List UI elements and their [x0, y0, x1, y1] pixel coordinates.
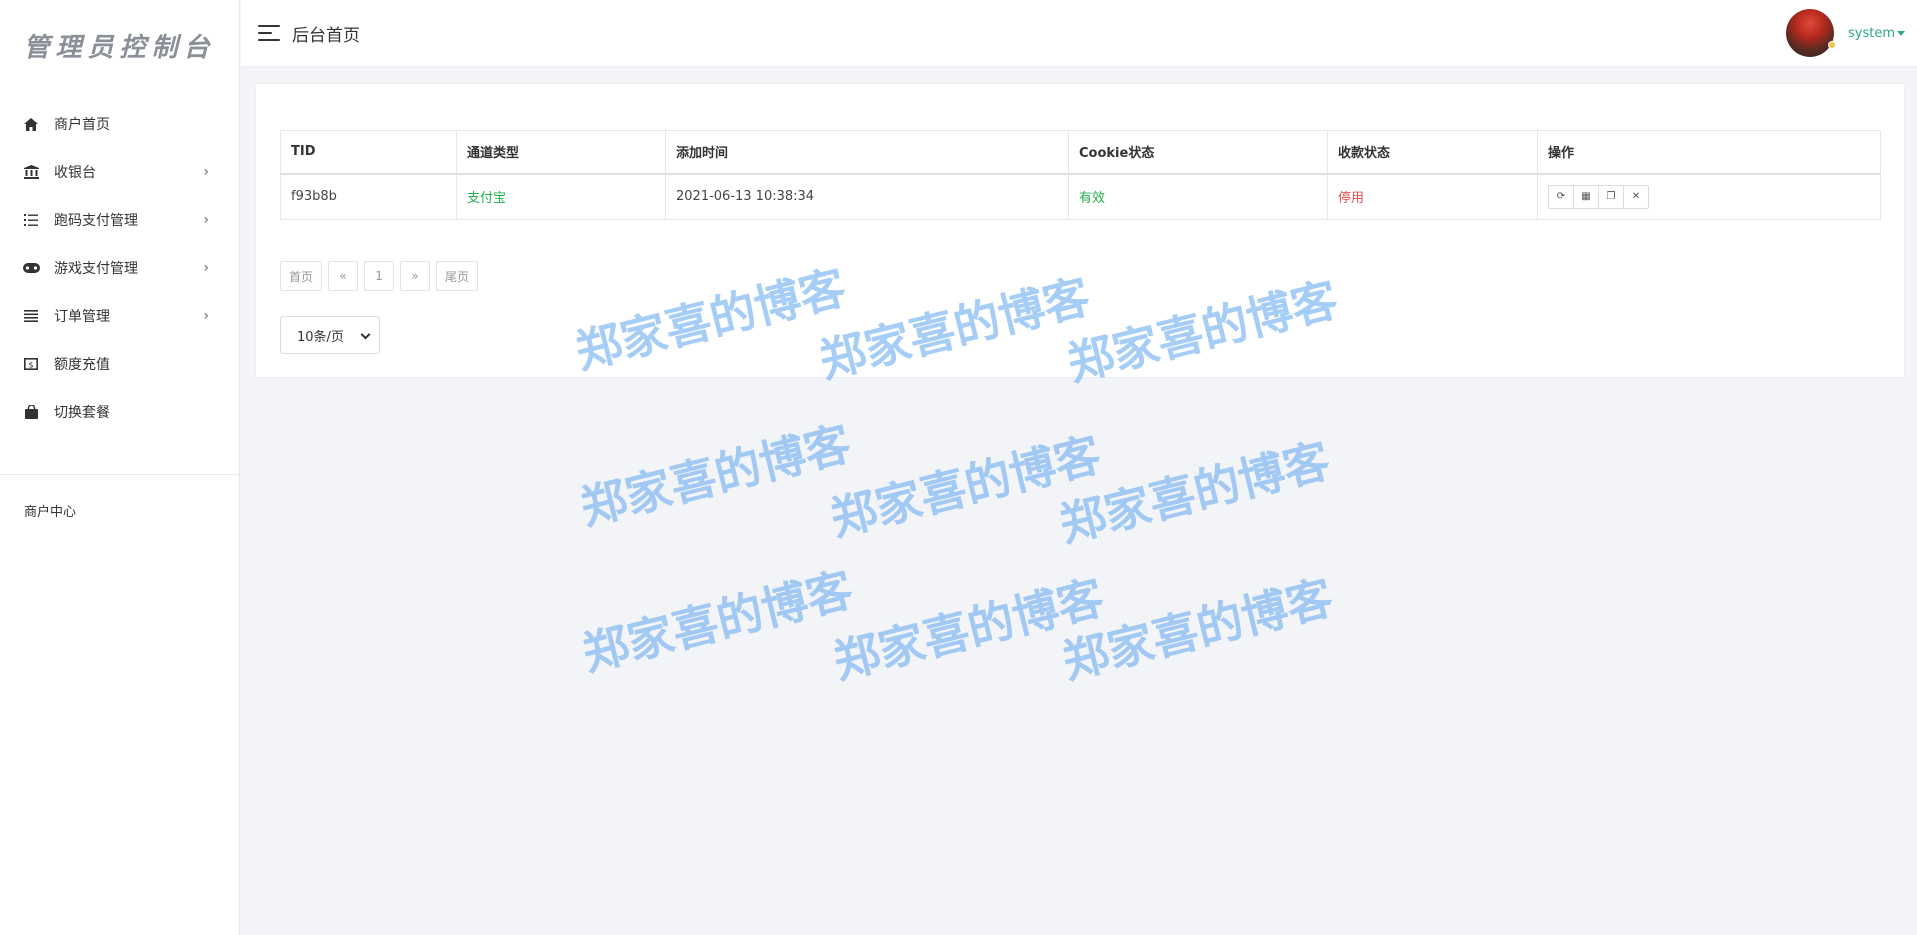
column-header-cookie-status: Cookie状态: [1068, 130, 1328, 174]
sidebar-divider: [0, 474, 239, 475]
sidebar-item-switch-plan[interactable]: 切换套餐: [0, 388, 239, 436]
sidebar-item-label: 收银台: [54, 165, 96, 181]
username-text: system: [1848, 25, 1895, 41]
sidebar-item-label: 切换套餐: [54, 405, 110, 421]
page-size-select[interactable]: 10条/页: [280, 316, 380, 354]
column-header-actions: 操作: [1537, 130, 1881, 174]
online-status-icon: [1828, 41, 1836, 49]
qrcode-button[interactable]: ▦: [1573, 184, 1599, 209]
home-icon: [22, 115, 40, 133]
logo-text: 管理员控制台: [23, 32, 216, 63]
cell-tid: f93b8b: [280, 173, 457, 220]
list-icon: [22, 211, 40, 229]
sidebar-item-label: 游戏支付管理: [54, 261, 138, 277]
page-title: 后台首页: [292, 25, 360, 46]
top-header: 后台首页 system: [241, 0, 1917, 67]
first-page-button[interactable]: 首页: [280, 261, 323, 291]
sidebar-item-code-payment[interactable]: 跑码支付管理 ›: [0, 196, 239, 244]
svg-text:$: $: [28, 360, 33, 369]
page-number-button[interactable]: 1: [364, 261, 395, 291]
channel-table: TID 通道类型 添加时间 Cookie状态 收款状态 操作 f93b8b 支付…: [280, 130, 1881, 220]
cell-cookie-status: 有效: [1068, 173, 1328, 220]
cell-actions: ⟳ ▦ ❐ ✕: [1537, 173, 1881, 220]
watermark-text: 郑家喜的博客: [577, 561, 859, 682]
column-header-added-time: 添加时间: [665, 130, 1069, 174]
chevron-down-icon: [360, 329, 371, 340]
sidebar-item-label: 订单管理: [54, 309, 110, 325]
table-header-row: TID 通道类型 添加时间 Cookie状态 收款状态 操作: [280, 130, 1881, 174]
next-page-button[interactable]: »: [400, 261, 431, 291]
cell-payment-status: 停用: [1327, 173, 1538, 220]
chevron-right-icon: ›: [203, 164, 209, 180]
sidebar-item-game-payment[interactable]: 游戏支付管理 ›: [0, 244, 239, 292]
chevron-right-icon: ›: [203, 212, 209, 228]
content-card: TID 通道类型 添加时间 Cookie状态 收款状态 操作 f93b8b 支付…: [255, 83, 1905, 378]
sidebar-item-cashier[interactable]: 收银台 ›: [0, 148, 239, 196]
sidebar-item-merchant-home[interactable]: 商户首页: [0, 100, 239, 148]
sidebar-menu: 商户首页 收银台 › 跑码支付管理 › 游戏支付管理 › 订单管理 › $ 额度…: [0, 100, 239, 436]
prev-page-button[interactable]: «: [328, 261, 359, 291]
gamepad-icon: [22, 259, 40, 277]
table-row: f93b8b 支付宝 2021-06-13 10:38:34 有效 停用 ⟳ ▦…: [280, 173, 1881, 220]
money-icon: $: [22, 355, 40, 373]
username-dropdown[interactable]: system: [1848, 26, 1905, 41]
menu-toggle-icon[interactable]: [258, 25, 280, 41]
page-size-value: 10条/页: [297, 329, 344, 345]
watermark-text: 郑家喜的博客: [828, 569, 1110, 690]
watermark-text: 郑家喜的博客: [575, 415, 857, 536]
bag-icon: [22, 403, 40, 421]
avatar[interactable]: [1786, 9, 1836, 57]
sidebar-item-label: 跑码支付管理: [54, 213, 138, 229]
pagination: 首页 « 1 » 尾页: [280, 261, 484, 291]
row-action-group: ⟳ ▦ ❐ ✕: [1548, 184, 1870, 209]
column-header-payment-status: 收款状态: [1327, 130, 1538, 174]
caret-down-icon: [1897, 30, 1905, 36]
sidebar: 管理员控制台 商户首页 收银台 › 跑码支付管理 › 游戏支付管理 › 订单管理…: [0, 0, 240, 935]
watermark-text: 郑家喜的博客: [1057, 569, 1339, 690]
sidebar-item-recharge[interactable]: $ 额度充值: [0, 340, 239, 388]
sidebar-item-label: 额度充值: [54, 357, 110, 373]
bank-icon: [22, 163, 40, 181]
watermark-text: 郑家喜的博客: [825, 426, 1107, 547]
chevron-right-icon: ›: [203, 260, 209, 276]
column-header-tid: TID: [280, 130, 457, 174]
delete-button[interactable]: ✕: [1623, 184, 1649, 209]
user-menu[interactable]: system: [1786, 9, 1905, 57]
refresh-button[interactable]: ⟳: [1548, 184, 1574, 209]
sidebar-item-label: 商户首页: [54, 117, 110, 133]
cell-channel-type: 支付宝: [456, 173, 666, 220]
sidebar-item-orders[interactable]: 订单管理 ›: [0, 292, 239, 340]
last-page-button[interactable]: 尾页: [436, 261, 479, 291]
column-header-channel-type: 通道类型: [456, 130, 666, 174]
chevron-right-icon: ›: [203, 308, 209, 324]
sidebar-section-title: 商户中心: [24, 505, 77, 520]
copy-button[interactable]: ❐: [1598, 184, 1624, 209]
bars-icon: [22, 307, 40, 325]
logo[interactable]: 管理员控制台: [0, 0, 239, 90]
cell-added-time: 2021-06-13 10:38:34: [665, 173, 1069, 220]
watermark-text: 郑家喜的博客: [1054, 432, 1336, 553]
